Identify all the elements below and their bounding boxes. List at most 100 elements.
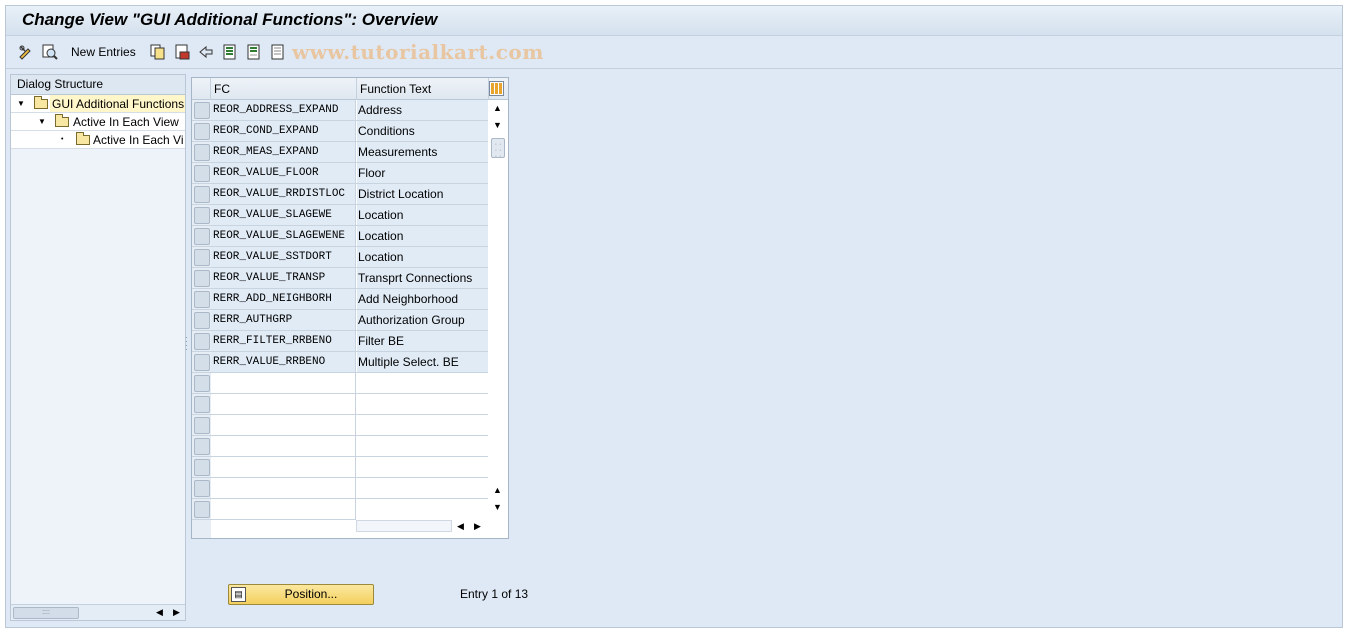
select-block-icon[interactable] (246, 44, 262, 60)
position-button[interactable]: ▤ Position... (228, 584, 374, 605)
scroll-right-icon[interactable]: ▶ (173, 607, 180, 618)
row-selector[interactable] (194, 501, 210, 518)
table-row[interactable]: REOR_VALUE_FLOOR Floor (192, 163, 488, 184)
cell-fc[interactable]: REOR_COND_EXPAND (211, 121, 356, 141)
table-row-empty[interactable] (192, 499, 488, 520)
scroll-down-icon[interactable]: ▼ (493, 120, 502, 130)
row-selector[interactable] (194, 186, 210, 203)
tree-item-active-in-each-view[interactable]: ▼ Active In Each View (11, 113, 185, 131)
cell-function-text[interactable]: Authorization Group (357, 310, 488, 330)
cell-fc[interactable]: RERR_AUTHGRP (211, 310, 356, 330)
cell-function-text[interactable]: Floor (357, 163, 488, 183)
scroll-left-icon[interactable]: ◀ (156, 607, 163, 618)
row-selector[interactable] (194, 438, 210, 455)
cell-function-text[interactable] (357, 478, 488, 498)
table-row[interactable]: REOR_VALUE_TRANSP Transprt Connections (192, 268, 488, 289)
select-all-header[interactable] (192, 78, 211, 100)
cell-fc[interactable] (211, 373, 356, 393)
vertical-scrollbar[interactable]: ▲ ▼ · · · · · · ▲ ▼ (489, 100, 508, 516)
cell-function-text[interactable]: Location (357, 205, 488, 225)
cell-fc[interactable]: REOR_VALUE_SLAGEWENE (211, 226, 356, 246)
cell-fc[interactable] (211, 394, 356, 414)
cell-function-text[interactable]: District Location (357, 184, 488, 204)
delete-icon[interactable] (174, 44, 190, 60)
cell-fc[interactable]: REOR_VALUE_TRANSP (211, 268, 356, 288)
scroll-left-icon[interactable]: ◀ (457, 521, 464, 532)
table-row-empty[interactable] (192, 373, 488, 394)
scroll-right-icon[interactable]: ▶ (474, 521, 481, 532)
table-row-empty[interactable] (192, 394, 488, 415)
column-header-function-text[interactable]: Function Text (357, 78, 489, 100)
cell-function-text[interactable] (357, 415, 488, 435)
table-row[interactable]: RERR_AUTHGRP Authorization Group (192, 310, 488, 331)
table-row[interactable]: RERR_VALUE_RRBENO Multiple Select. BE (192, 352, 488, 373)
row-selector[interactable] (194, 144, 210, 161)
deselect-all-icon[interactable] (270, 44, 286, 60)
row-selector[interactable] (194, 480, 210, 497)
cell-function-text[interactable]: Location (357, 226, 488, 246)
cell-function-text[interactable]: Address (357, 100, 488, 120)
table-row-empty[interactable] (192, 415, 488, 436)
table-row-empty[interactable] (192, 457, 488, 478)
cell-fc[interactable] (211, 436, 356, 456)
cell-function-text[interactable]: Measurements (357, 142, 488, 162)
row-selector[interactable] (194, 396, 210, 413)
cell-function-text[interactable]: Filter BE (357, 331, 488, 351)
new-entries-button[interactable]: New Entries (71, 45, 136, 59)
row-selector[interactable] (194, 165, 210, 182)
expand-triangle-icon[interactable]: ▼ (17, 95, 25, 112)
page-up-icon[interactable]: ▲ (493, 485, 502, 495)
cell-function-text[interactable]: Add Neighborhood (357, 289, 488, 309)
cell-function-text[interactable]: Location (357, 247, 488, 267)
cell-fc[interactable] (211, 499, 356, 519)
table-row-empty[interactable] (192, 478, 488, 499)
cell-fc[interactable]: RERR_ADD_NEIGHBORH (211, 289, 356, 309)
cell-fc[interactable]: REOR_VALUE_SLAGEWE (211, 205, 356, 225)
table-row[interactable]: REOR_VALUE_SLAGEWE Location (192, 205, 488, 226)
details-icon[interactable] (42, 44, 58, 60)
cell-fc[interactable] (211, 457, 356, 477)
table-row[interactable]: REOR_VALUE_SSTDORT Location (192, 247, 488, 268)
cell-function-text[interactable] (357, 499, 488, 519)
expand-triangle-icon[interactable]: ▼ (38, 113, 46, 130)
cell-fc[interactable]: REOR_VALUE_FLOOR (211, 163, 356, 183)
cell-function-text[interactable] (357, 394, 488, 414)
column-header-fc[interactable]: FC (211, 78, 357, 100)
scroll-up-icon[interactable]: ▲ (493, 103, 502, 113)
cell-fc[interactable] (211, 478, 356, 498)
row-selector[interactable] (194, 228, 210, 245)
cell-function-text[interactable] (357, 457, 488, 477)
table-row-empty[interactable] (192, 436, 488, 457)
tree-item-active-in-each-vi[interactable]: • Active In Each Vi (11, 131, 185, 149)
cell-fc[interactable] (211, 415, 356, 435)
table-horizontal-scrollbar[interactable]: ◀ ▶ (356, 518, 488, 534)
scroll-thumb[interactable]: :::: (13, 607, 79, 619)
cell-fc[interactable]: RERR_FILTER_RRBENO (211, 331, 356, 351)
cell-fc[interactable]: REOR_VALUE_SSTDORT (211, 247, 356, 267)
table-settings-icon[interactable] (489, 81, 504, 96)
select-all-icon[interactable] (222, 44, 238, 60)
table-row[interactable]: REOR_MEAS_EXPAND Measurements (192, 142, 488, 163)
table-row[interactable]: RERR_FILTER_RRBENO Filter BE (192, 331, 488, 352)
scroll-thumb[interactable]: · · · · · · (491, 138, 505, 160)
row-selector[interactable] (194, 207, 210, 224)
row-selector[interactable] (194, 312, 210, 329)
row-selector[interactable] (194, 333, 210, 350)
table-row[interactable]: RERR_ADD_NEIGHBORH Add Neighborhood (192, 289, 488, 310)
cell-fc[interactable]: RERR_VALUE_RRBENO (211, 352, 356, 372)
cell-function-text[interactable] (357, 373, 488, 393)
row-selector[interactable] (194, 270, 210, 287)
copy-as-icon[interactable] (150, 44, 166, 60)
row-selector[interactable] (194, 417, 210, 434)
cell-fc[interactable]: REOR_VALUE_RRDISTLOC (211, 184, 356, 204)
page-down-icon[interactable]: ▼ (493, 502, 502, 512)
cell-function-text[interactable]: Multiple Select. BE (357, 352, 488, 372)
cell-function-text[interactable]: Transprt Connections (357, 268, 488, 288)
table-row[interactable]: REOR_VALUE_RRDISTLOC District Location (192, 184, 488, 205)
row-selector[interactable] (194, 102, 210, 119)
row-selector[interactable] (194, 249, 210, 266)
row-selector[interactable] (194, 354, 210, 371)
row-selector[interactable] (194, 375, 210, 392)
table-row[interactable]: REOR_COND_EXPAND Conditions (192, 121, 488, 142)
splitter-handle[interactable]: · · · · (185, 334, 188, 354)
